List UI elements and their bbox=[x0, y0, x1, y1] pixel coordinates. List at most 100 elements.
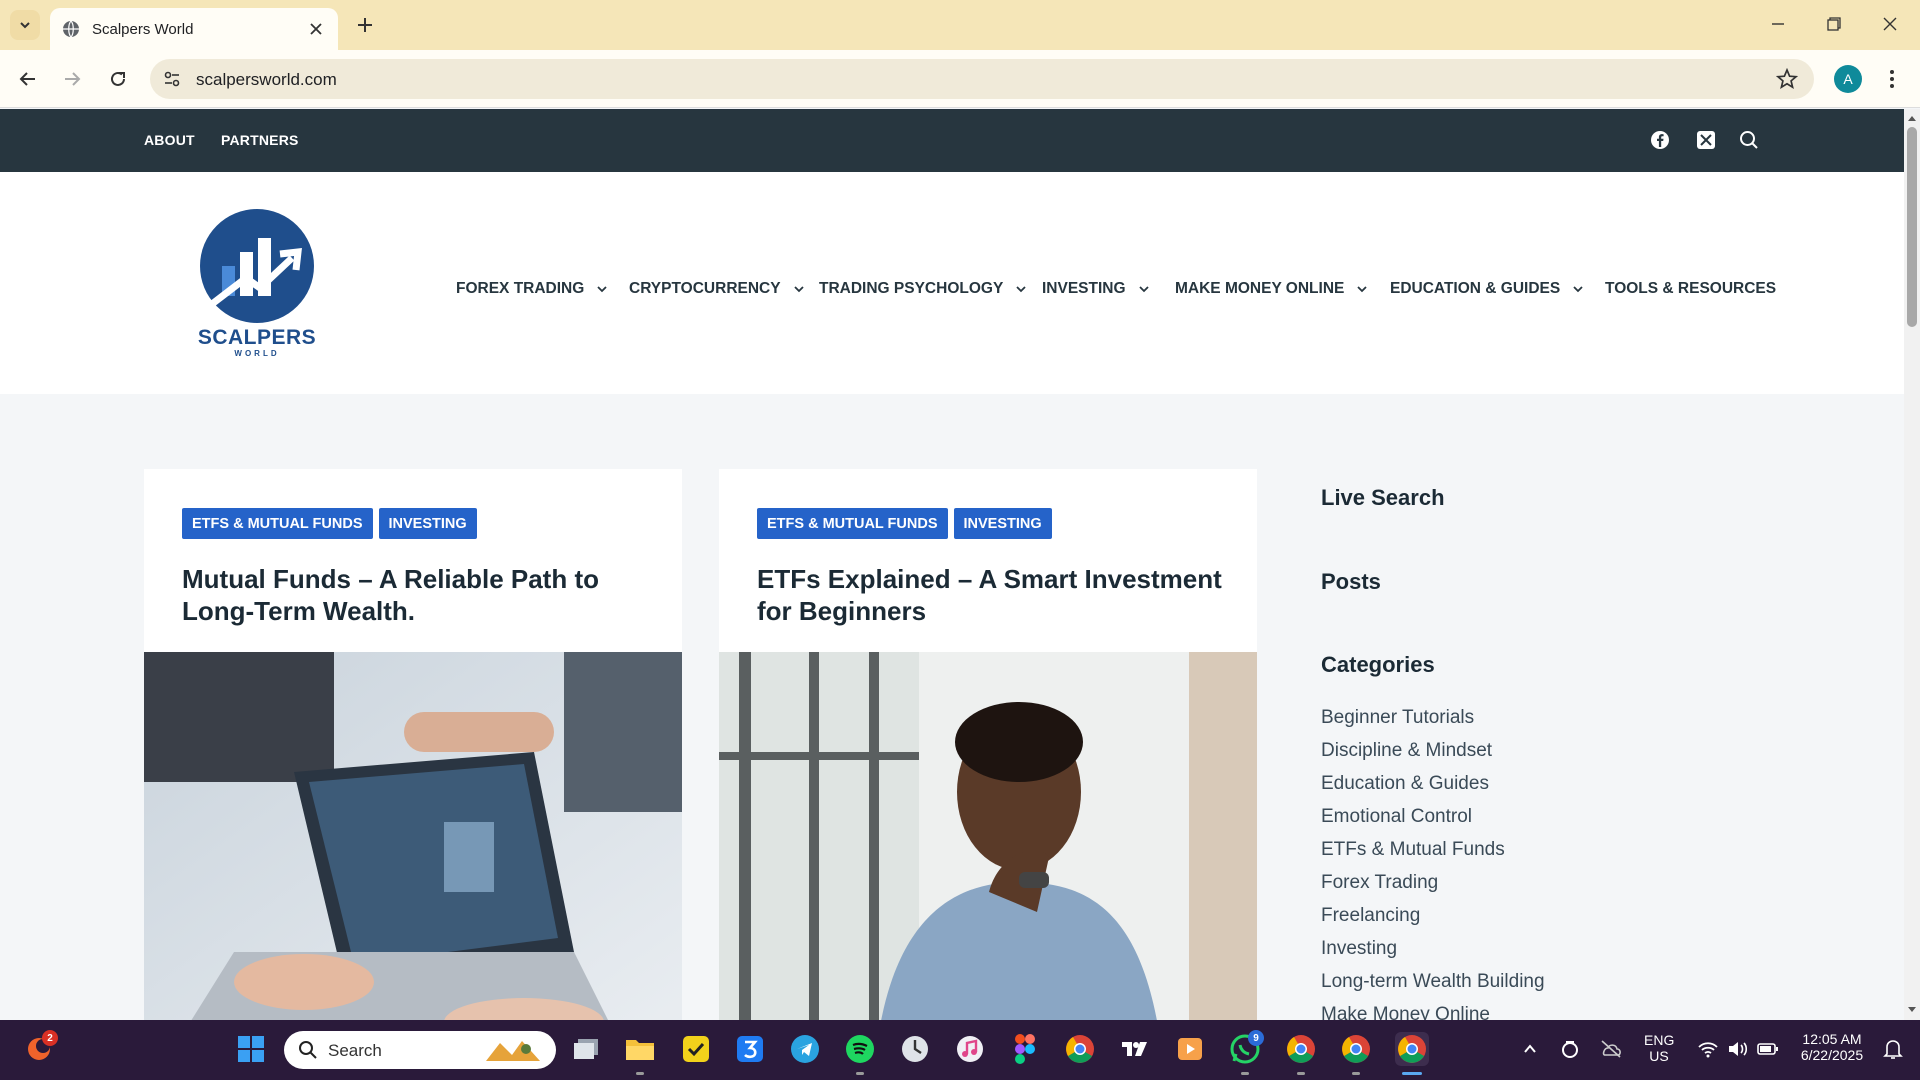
scrollbar-thumb[interactable] bbox=[1907, 127, 1917, 327]
clock-date: 6/22/2025 bbox=[1800, 1047, 1864, 1063]
chrome-profile-v-button[interactable] bbox=[1284, 1032, 1318, 1066]
facebook-icon[interactable] bbox=[1649, 129, 1671, 151]
forward-button[interactable] bbox=[56, 63, 88, 95]
nav-investing[interactable]: INVESTING bbox=[1042, 280, 1150, 298]
start-button[interactable] bbox=[234, 1032, 268, 1066]
restore-button[interactable] bbox=[1814, 8, 1854, 40]
partners-link[interactable]: PARTNERS bbox=[221, 132, 299, 148]
category-tag[interactable]: INVESTING bbox=[953, 508, 1052, 539]
chevron-down-icon bbox=[20, 22, 30, 29]
app-button-yellow[interactable] bbox=[679, 1032, 713, 1066]
chrome-button[interactable] bbox=[1063, 1032, 1097, 1066]
nav-make-money-online[interactable]: MAKE MONEY ONLINE bbox=[1175, 280, 1368, 298]
nav-label: INVESTING bbox=[1042, 280, 1126, 297]
category-link[interactable]: Discipline & Mindset bbox=[1321, 740, 1492, 762]
post-title[interactable]: ETFs Explained – A Smart Investment for … bbox=[757, 563, 1227, 627]
figma-button[interactable] bbox=[1008, 1032, 1042, 1066]
search-icon bbox=[299, 1041, 317, 1059]
quick-settings-button[interactable] bbox=[1688, 1032, 1788, 1066]
scroll-down-icon[interactable] bbox=[1907, 1005, 1917, 1015]
tray-app-icon bbox=[1562, 1041, 1578, 1058]
telegram-button[interactable] bbox=[788, 1032, 822, 1066]
nav-forex-trading[interactable]: FOREX TRADING bbox=[456, 280, 608, 298]
post-title[interactable]: Mutual Funds – A Reliable Path to Long-T… bbox=[182, 563, 652, 627]
minimize-button[interactable] bbox=[1758, 8, 1798, 40]
tray-app-button[interactable] bbox=[1553, 1032, 1587, 1066]
chrome-profile-a-button[interactable] bbox=[1395, 1032, 1429, 1066]
bookmark-star-icon[interactable] bbox=[1776, 68, 1798, 90]
nav-education-guides[interactable]: EDUCATION & GUIDES bbox=[1390, 280, 1584, 298]
back-button[interactable] bbox=[12, 63, 44, 95]
close-icon bbox=[1883, 17, 1897, 31]
url-text: scalpersworld.com bbox=[196, 70, 337, 89]
media-player-button[interactable] bbox=[1173, 1032, 1207, 1066]
category-link[interactable]: Freelancing bbox=[1321, 905, 1420, 927]
category-link[interactable]: Emotional Control bbox=[1321, 806, 1472, 828]
category-tag[interactable]: INVESTING bbox=[378, 508, 477, 539]
about-link[interactable]: ABOUT bbox=[144, 132, 195, 148]
scroll-up-icon[interactable] bbox=[1907, 113, 1917, 123]
browser-menu-button[interactable] bbox=[1880, 64, 1904, 94]
close-window-button[interactable] bbox=[1870, 8, 1910, 40]
browser-toolbar: scalpersworld.com A bbox=[0, 50, 1920, 108]
app-button-blue[interactable] bbox=[733, 1032, 767, 1066]
posts-heading: Posts bbox=[1321, 569, 1381, 594]
nav-label: FOREX TRADING bbox=[456, 280, 585, 297]
category-link[interactable]: Make Money Online bbox=[1321, 1004, 1490, 1020]
new-tab-button[interactable] bbox=[350, 10, 380, 40]
post-card: ETFS & MUTUAL FUNDS INVESTING ETFs Expla… bbox=[719, 469, 1257, 1020]
site-settings-icon[interactable] bbox=[162, 69, 182, 89]
file-explorer-button[interactable] bbox=[623, 1032, 657, 1066]
tradingview-icon bbox=[1122, 1042, 1147, 1056]
reload-button[interactable] bbox=[102, 63, 134, 95]
taskbar: 2 Search 9 ENG US 12:05 AM 6/22/2025 bbox=[0, 1020, 1920, 1080]
category-tag[interactable]: ETFS & MUTUAL FUNDS bbox=[182, 508, 373, 539]
itunes-button[interactable] bbox=[953, 1032, 987, 1066]
category-link[interactable]: Forex Trading bbox=[1321, 872, 1438, 894]
x-twitter-icon[interactable] bbox=[1695, 129, 1717, 151]
chrome-profile-t-button[interactable] bbox=[1339, 1032, 1373, 1066]
onedrive-button[interactable] bbox=[1594, 1032, 1628, 1066]
address-bar[interactable]: scalpersworld.com bbox=[150, 59, 1814, 99]
category-tag[interactable]: ETFS & MUTUAL FUNDS bbox=[757, 508, 948, 539]
minimize-icon bbox=[1772, 23, 1784, 25]
tab-search-button[interactable] bbox=[10, 10, 40, 40]
post-image-laptop[interactable] bbox=[144, 652, 682, 1020]
category-link[interactable]: ETFs & Mutual Funds bbox=[1321, 839, 1505, 861]
chevron-down-icon bbox=[1016, 286, 1026, 293]
profile-avatar[interactable]: A bbox=[1834, 65, 1862, 93]
clock-icon bbox=[902, 1036, 928, 1062]
region-code: US bbox=[1649, 1048, 1669, 1064]
clock-app-button[interactable] bbox=[898, 1032, 932, 1066]
whatsapp-badge: 9 bbox=[1248, 1030, 1264, 1046]
category-link[interactable]: Education & Guides bbox=[1321, 773, 1489, 795]
clock[interactable]: 12:05 AM 6/22/2025 bbox=[1792, 1031, 1872, 1063]
show-hidden-icons-button[interactable] bbox=[1513, 1032, 1547, 1066]
spotify-button[interactable] bbox=[843, 1032, 877, 1066]
close-tab-icon[interactable] bbox=[306, 19, 326, 39]
nav-tools-resources[interactable]: TOOLS & RESOURCES bbox=[1605, 280, 1776, 298]
live-search-heading: Live Search bbox=[1321, 485, 1445, 510]
chevron-down-icon bbox=[1357, 286, 1368, 293]
category-link[interactable]: Beginner Tutorials bbox=[1321, 707, 1474, 729]
taskbar-search[interactable]: Search bbox=[284, 1031, 556, 1069]
logo-brand-text: SCALPERS bbox=[197, 326, 317, 349]
active-tab[interactable]: Scalpers World bbox=[50, 8, 338, 50]
chevron-down-icon bbox=[1573, 286, 1583, 293]
tradingview-button[interactable] bbox=[1118, 1032, 1152, 1066]
nav-cryptocurrency[interactable]: CRYPTOCURRENCY bbox=[629, 280, 805, 298]
category-link[interactable]: Investing bbox=[1321, 938, 1397, 960]
page-scrollbar[interactable] bbox=[1904, 109, 1920, 1020]
category-link[interactable]: Long-term Wealth Building bbox=[1321, 971, 1545, 993]
taskbar-search-label: Search bbox=[328, 1041, 382, 1060]
language-indicator[interactable]: ENG US bbox=[1644, 1032, 1674, 1064]
clock-time: 12:05 AM bbox=[1802, 1031, 1862, 1047]
nav-trading-psychology[interactable]: TRADING PSYCHOLOGY bbox=[819, 280, 1027, 298]
site-logo[interactable]: SCALPERS WORLD bbox=[196, 208, 318, 358]
post-image-man[interactable] bbox=[719, 652, 1257, 1020]
notifications-button[interactable] bbox=[1876, 1032, 1910, 1066]
task-view-button[interactable] bbox=[569, 1032, 603, 1066]
search-icon[interactable] bbox=[1738, 129, 1760, 151]
page-viewport: ABOUT PARTNERS SCALPERS WORLD FOREX TRAD… bbox=[0, 109, 1904, 1020]
top-bar: ABOUT PARTNERS bbox=[0, 109, 1904, 172]
